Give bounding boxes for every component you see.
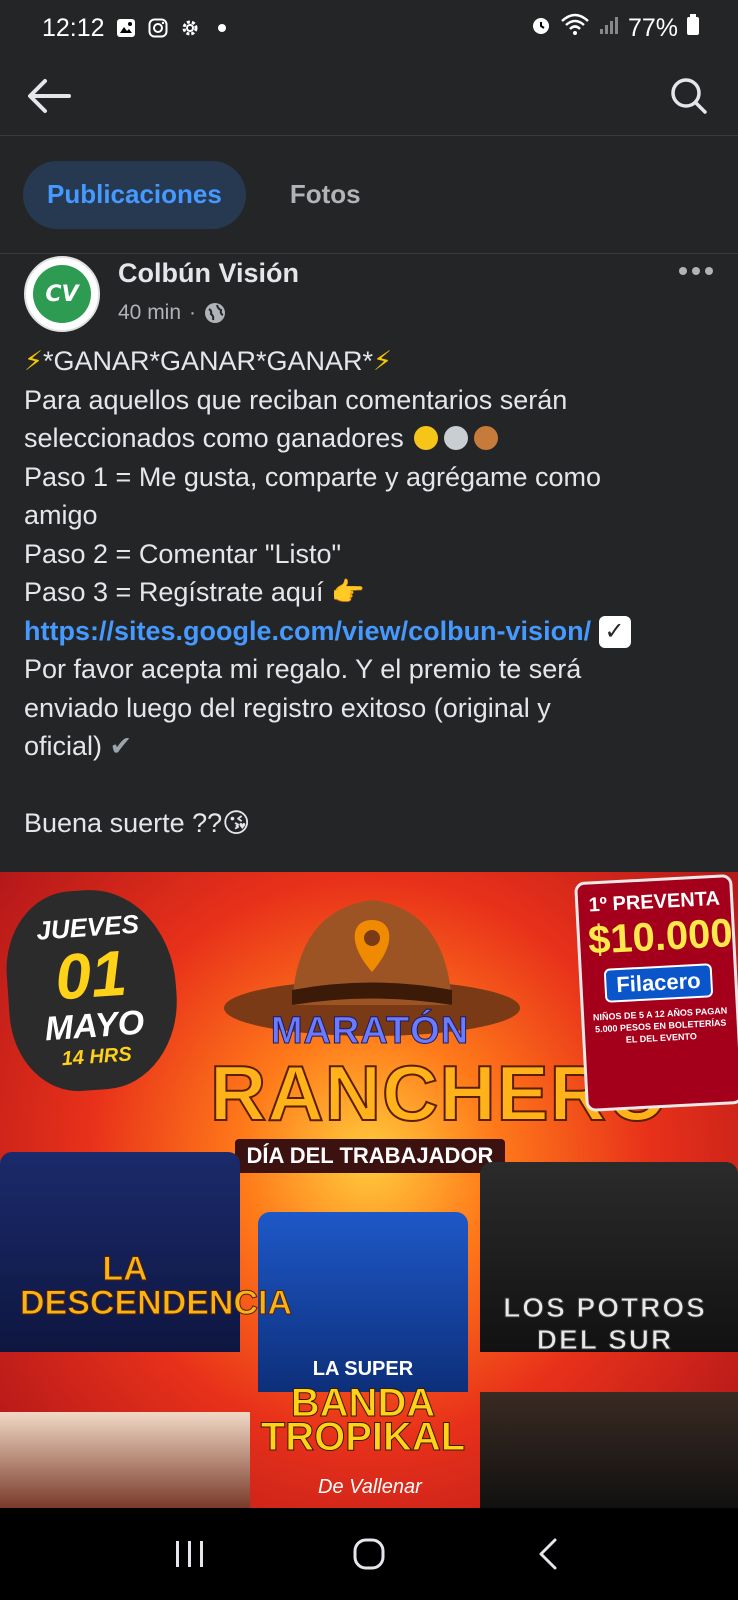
colbun-vision-logo: CV	[33, 265, 91, 323]
post-author[interactable]: Colbún Visión	[118, 258, 299, 289]
post-line: Por favor acepta mi regalo. Y el premio …	[24, 654, 582, 684]
post-line: ⚡*GANAR*GANAR*GANAR*⚡	[24, 342, 714, 381]
status-bar: 12:12 77%	[0, 0, 738, 56]
settings-icon	[179, 17, 201, 39]
poster-price-card: 1º PREVENTA $10.000 Filacero NIÑOS DE 5 …	[574, 874, 738, 1112]
registration-link[interactable]: https://sites.google.com/view/colbun-vis…	[24, 616, 591, 646]
notification-dot-icon	[211, 17, 233, 39]
post-line: Paso 1 = Me gusta, comparte y agrégame c…	[24, 461, 602, 492]
system-back-button[interactable]	[508, 1524, 588, 1584]
band3-line3: TROPIKAL	[260, 1415, 466, 1459]
post-line: enviado luego del registro exitoso (orig…	[24, 692, 551, 723]
post-time[interactable]: 40 min	[118, 301, 181, 325]
gold-medal-icon	[414, 425, 439, 450]
poster-kids-note: NIÑOS DE 5 A 12 AÑOS PAGAN 5.000 PESOS E…	[592, 1005, 728, 1045]
wifi-icon	[560, 13, 590, 44]
poster-day: 01	[52, 936, 129, 1013]
post-line-text: oficial)	[24, 731, 103, 761]
post-line-text: Buena suerte ??	[24, 808, 223, 838]
poster-title: MARATÓN RANCHERO DÍA DEL TRABAJADOR	[209, 1010, 669, 1173]
post-line-text: seleccionados como ganadores	[24, 423, 404, 453]
poster-title-main: RANCHERO	[209, 1049, 669, 1137]
home-button[interactable]	[329, 1524, 409, 1584]
globe-icon	[205, 303, 226, 323]
back-button[interactable]	[24, 71, 74, 121]
battery-percent: 77%	[627, 13, 678, 42]
post-image[interactable]: JUEVES 01 MAYO 14 HRS MARATÓN RANCHERO D…	[0, 872, 738, 1508]
post-meta: Colbún Visión 40 min ·	[118, 256, 299, 325]
system-nav-bar	[0, 1508, 738, 1600]
poster-title-top: MARATÓN	[270, 1010, 470, 1053]
separator-dot: ·	[189, 301, 197, 324]
gallery-icon	[115, 17, 137, 39]
poster-title-sub: DÍA DEL TRABAJADOR	[234, 1139, 506, 1173]
status-time: 12:12	[42, 13, 105, 42]
home-icon	[353, 1538, 385, 1570]
arrow-left-icon	[28, 78, 71, 113]
tab-publicaciones[interactable]: Publicaciones	[23, 160, 246, 229]
post-line: Paso 3 = Regístrate aquí 👉	[24, 573, 714, 612]
alarm-icon	[530, 14, 552, 43]
post-header: CV Colbún Visión 40 min ·	[0, 256, 738, 336]
lightning-icon: ⚡	[24, 346, 43, 376]
post-line-text: Paso 3 = Regístrate aquí	[24, 577, 324, 607]
post-line: Buena suerte ??😘	[24, 804, 714, 843]
silver-medal-icon	[444, 425, 469, 450]
search-button[interactable]	[664, 71, 714, 121]
band3-subtitle: De Vallenar	[318, 1476, 422, 1498]
post-line-text: *GANAR*GANAR*GANAR*	[42, 346, 374, 376]
more-dots-icon	[679, 267, 713, 275]
post-line: Para aquellos que reciban comentarios se…	[24, 384, 568, 415]
poster-date-badge: JUEVES 01 MAYO 14 HRS	[1, 884, 183, 1096]
poster-ticketer: Filacero	[603, 963, 714, 1003]
kiss-face-icon: 😘	[222, 808, 251, 838]
signal-icon	[598, 14, 620, 43]
instagram-icon	[147, 17, 169, 39]
poster-time: 14 HRS	[60, 1042, 133, 1070]
recent-apps-button[interactable]	[150, 1524, 230, 1584]
band-name-los-potros: LOS POTROS DEL SUR	[503, 1292, 707, 1356]
more-options-button[interactable]	[678, 256, 714, 278]
app-bar	[0, 56, 738, 136]
band-name-la-descendencia: LA DESCENDENCIA	[20, 1250, 293, 1322]
post-line: seleccionados como ganadores	[24, 419, 714, 458]
post-line: Paso 2 = Comentar "Listo"	[24, 538, 342, 569]
post-line: https://sites.google.com/view/colbun-vis…	[24, 612, 714, 651]
check-box-icon: ✓	[598, 616, 631, 649]
post-line: oficial) ✔	[24, 727, 714, 766]
band-name-banda-tropikal: LA SUPER BANDA TROPIKAL	[248, 1352, 478, 1459]
pointing-hand-icon: 👉	[330, 577, 365, 607]
band-photo-bottom-left	[0, 1412, 250, 1508]
lightning-icon: ⚡	[373, 346, 393, 376]
bronze-medal-icon	[474, 425, 499, 450]
post-text: ⚡*GANAR*GANAR*GANAR*⚡ Para aquellos que …	[24, 342, 714, 843]
avatar[interactable]: CV	[24, 256, 100, 332]
tab-bar: Publicaciones Fotos	[0, 136, 738, 254]
chevron-left-icon	[539, 1538, 557, 1570]
post-time-row: 40 min ·	[118, 301, 299, 325]
recent-apps-icon	[175, 1541, 203, 1567]
band-photo-bottom-right	[480, 1392, 738, 1508]
search-icon	[671, 77, 707, 114]
battery-icon	[686, 13, 700, 43]
post-line: amigo	[24, 500, 98, 530]
tab-fotos[interactable]: Fotos	[266, 161, 385, 229]
check-mark-icon: ✔	[109, 731, 133, 761]
poster-price: $10.000	[587, 911, 734, 963]
